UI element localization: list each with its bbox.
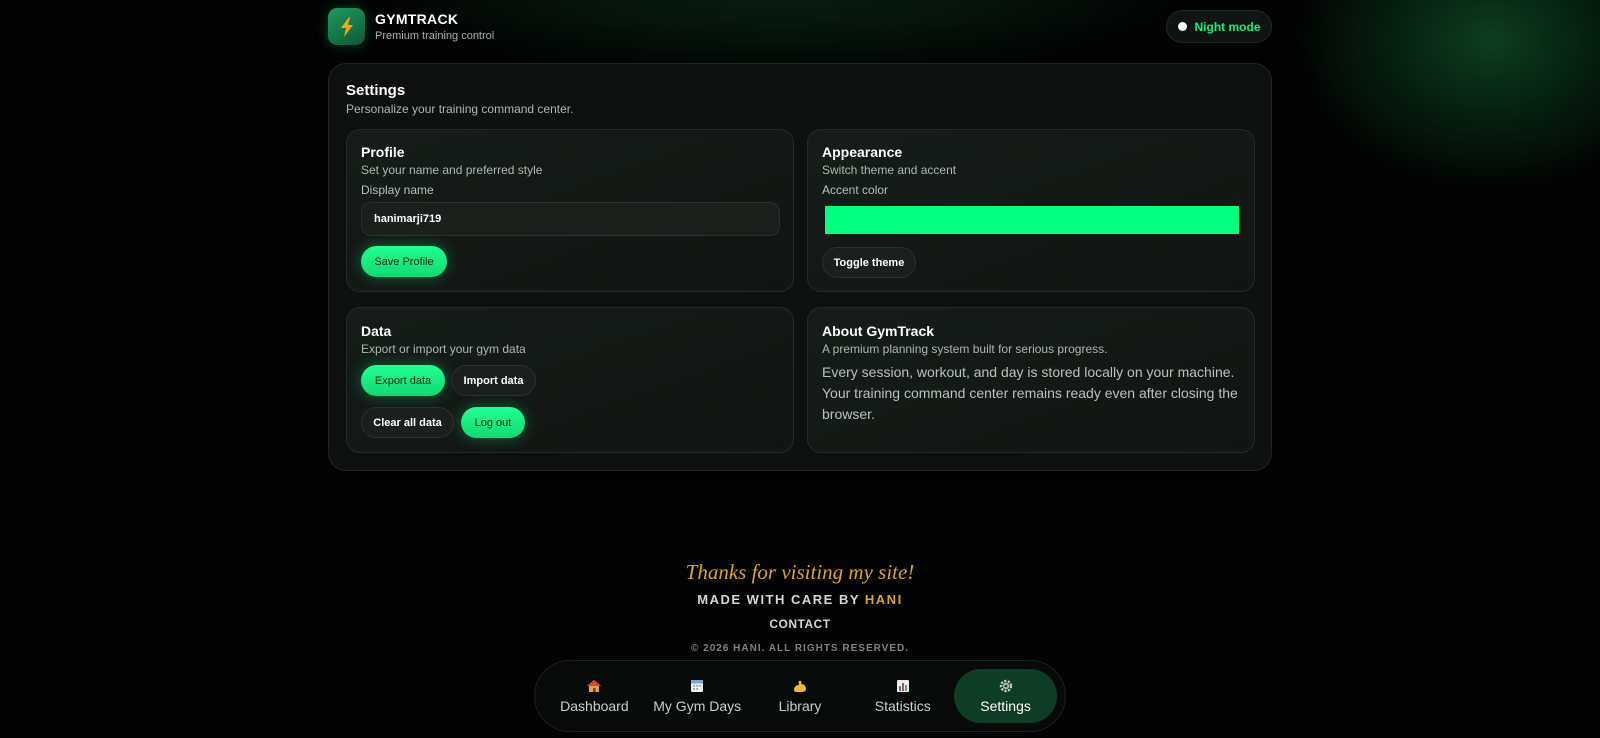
bar-chart-icon [896,679,909,692]
brand-text: GYMTRACK Premium training control [375,11,494,42]
display-name-label: Display name [361,183,434,197]
toggle-theme-button[interactable]: Toggle theme [822,247,916,278]
nav-item-settings[interactable]: Settings [954,669,1057,723]
flexed-biceps-icon [793,680,806,692]
about-description: Every session, workout, and day is store… [822,364,1238,422]
lightning-icon [340,16,353,37]
clear-all-data-button[interactable]: Clear all data [361,407,454,438]
made-with-care: MADE WITH CARE BY HANI [0,592,1600,607]
thanks-message: Thanks for visiting my site! [685,560,915,584]
about-title: About GymTrack [822,323,935,339]
import-data-button[interactable]: Import data [451,365,536,396]
nav-label-settings: Settings [980,697,1031,714]
appearance-title: Appearance [822,144,903,160]
copyright: © 2026 HANI. ALL RIGHTS RESERVED. [690,643,909,654]
toggle-dot-icon [1177,22,1187,31]
data-card: Data Export or import your gym data Expo… [346,307,794,453]
author-link[interactable]: HANI [865,592,903,607]
brand[interactable]: GYMTRACK Premium training control [328,8,494,45]
profile-title: Profile [361,144,405,160]
profile-subtitle: Set your name and preferred style [361,163,543,177]
settings-panel: Settings Personalize your training comma… [328,63,1272,471]
night-mode-label: Night mode [1194,19,1261,34]
accent-color-label: Accent color [822,183,889,197]
bottom-nav: Dashboard My Gym Days Library Statistics [534,660,1066,732]
gear-icon [999,679,1012,692]
made-prefix: MADE WITH CARE BY [697,592,865,607]
save-profile-button[interactable]: Save Profile [361,246,447,277]
page-title: Settings [346,82,406,99]
accent-color-picker[interactable] [825,206,1239,234]
nav-item-dashboard[interactable]: Dashboard [543,669,646,723]
about-subtitle: A premium planning system built for seri… [822,342,1108,356]
profile-card: Profile Set your name and preferred styl… [346,129,794,292]
log-out-button[interactable]: Log out [461,407,525,438]
nav-item-my-gym-days[interactable]: My Gym Days [646,669,749,723]
appearance-card: Appearance Switch theme and accent Accen… [807,129,1255,292]
brand-subtitle: Premium training control [375,30,495,42]
nav-label-statistics: Statistics [874,697,931,714]
page-subtitle: Personalize your training command center… [346,102,574,116]
contact-link[interactable]: CONTACT [0,617,1600,631]
nav-label-library: Library [778,697,822,714]
display-name-input[interactable] [361,202,780,236]
appearance-subtitle: Switch theme and accent [822,163,957,177]
lightning-logo-icon [328,8,365,45]
brand-title: GYMTRACK [375,11,459,27]
house-icon [587,679,602,692]
nav-item-statistics[interactable]: Statistics [851,669,954,723]
nav-label-my-gym-days: My Gym Days [653,697,742,714]
calendar-icon [691,679,704,692]
about-card: About GymTrack A premium planning system… [807,307,1255,453]
night-mode-toggle[interactable]: Night mode [1166,10,1272,43]
data-subtitle: Export or import your gym data [361,342,526,356]
nav-item-library[interactable]: Library [749,669,852,723]
data-title: Data [361,323,392,339]
export-data-button[interactable]: Export data [361,365,445,396]
nav-label-dashboard: Dashboard [560,697,629,714]
